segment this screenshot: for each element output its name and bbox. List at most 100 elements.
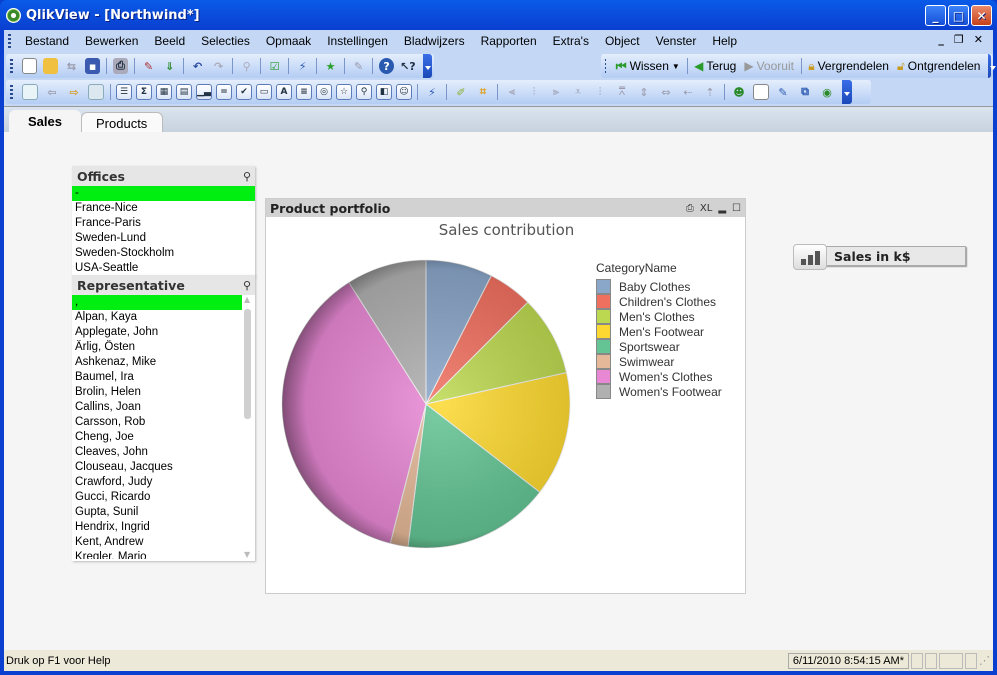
new-document-icon[interactable] bbox=[21, 58, 37, 74]
scroll-down-arrow-icon[interactable]: ▼ bbox=[244, 550, 250, 559]
forward-button[interactable]: ▶ Vooruit bbox=[744, 59, 794, 73]
maximize-window-button[interactable]: □ bbox=[948, 5, 969, 26]
representative-listbox-item[interactable]: Clouseau, Jacques bbox=[72, 460, 242, 475]
sales-in-k-button[interactable]: Sales in k$ bbox=[793, 244, 968, 270]
offices-listbox-header[interactable]: Offices ⚲ bbox=[72, 166, 255, 186]
representative-scrollbar[interactable]: ▲ ▼ bbox=[243, 295, 253, 559]
align-left-icon[interactable]: ⫷ bbox=[504, 84, 520, 100]
representative-listbox-item[interactable]: Cheng, Joe bbox=[72, 430, 242, 445]
current-selections-icon[interactable]: ✔ bbox=[236, 84, 252, 100]
offices-listbox-item[interactable]: Sweden-Stockholm bbox=[72, 246, 255, 261]
toolbar-overflow-button[interactable] bbox=[988, 54, 996, 78]
toolbar-grip[interactable] bbox=[605, 59, 606, 73]
offices-listbox-item[interactable]: Sweden-Lund bbox=[72, 231, 255, 246]
close-window-button[interactable]: ✕ bbox=[971, 5, 992, 26]
toolbar-overflow-button[interactable] bbox=[842, 80, 852, 104]
chart-caption-bar[interactable]: Product portfolio ⎙ XL ▂ ☐ bbox=[266, 199, 745, 217]
legend-item[interactable]: Baby Clothes bbox=[596, 279, 722, 294]
minimize-icon[interactable]: ▂ bbox=[718, 203, 726, 214]
properties-icon[interactable] bbox=[753, 84, 769, 100]
search-object-icon[interactable]: ⚲ bbox=[356, 84, 372, 100]
minimize-window-button[interactable]: _ bbox=[925, 5, 946, 26]
edit-script-icon[interactable]: ✎ bbox=[141, 58, 156, 74]
undo-icon[interactable]: ↶ bbox=[190, 58, 205, 74]
menu-beeld[interactable]: Beeld bbox=[146, 34, 193, 48]
open-folder-icon[interactable] bbox=[42, 58, 59, 74]
input-box-icon[interactable]: = bbox=[216, 84, 232, 100]
toolbar-overflow-button[interactable] bbox=[422, 54, 433, 78]
menu-venster[interactable]: Venster bbox=[648, 34, 705, 48]
adjust-top-icon[interactable]: ⇡ bbox=[702, 84, 718, 100]
print-icon[interactable]: ⎙ bbox=[686, 203, 694, 214]
pie-chart[interactable] bbox=[271, 245, 571, 575]
representative-listbox-item[interactable]: Kent, Andrew bbox=[72, 535, 242, 550]
demote-sheet-icon[interactable]: ⇨ bbox=[66, 84, 82, 100]
chart-wizard-icon[interactable]: ⚡ bbox=[295, 58, 310, 74]
menu-instellingen[interactable]: Instellingen bbox=[319, 34, 396, 48]
representative-listbox-item[interactable]: Callins, Joan bbox=[72, 400, 242, 415]
adjust-left-icon[interactable]: ⇠ bbox=[680, 84, 696, 100]
legend-item[interactable]: Swimwear bbox=[596, 354, 722, 369]
save-icon[interactable]: ▪ bbox=[85, 58, 101, 74]
legend-item[interactable]: Men's Clothes bbox=[596, 309, 722, 324]
promote-sheet-icon[interactable]: ⇦ bbox=[44, 84, 60, 100]
menu-extras[interactable]: Extra's bbox=[545, 34, 597, 48]
text-object-icon[interactable]: A bbox=[276, 84, 292, 100]
hierarchy-icon[interactable]: ⧉ bbox=[797, 84, 813, 100]
statistics-box-icon[interactable]: Σ bbox=[136, 84, 152, 100]
user-icon[interactable]: ☻ bbox=[731, 84, 747, 100]
reload-data-icon[interactable]: ⇓ bbox=[162, 58, 177, 74]
menu-object[interactable]: Object bbox=[597, 34, 648, 48]
snap-icon[interactable]: ⌗ bbox=[475, 84, 491, 100]
toolbar-grip[interactable] bbox=[8, 34, 11, 48]
legend-item[interactable]: Women's Clothes bbox=[596, 369, 722, 384]
legend-item[interactable]: Women's Footwear bbox=[596, 384, 722, 399]
menu-opmaak[interactable]: Opmaak bbox=[258, 34, 319, 48]
lock-button[interactable]: 🔒︎ Vergrendelen bbox=[808, 59, 889, 74]
reload-icon[interactable]: ⇆ bbox=[64, 58, 79, 74]
representative-listbox-item[interactable]: Cleaves, John bbox=[72, 445, 242, 460]
scrollbar-thumb[interactable] bbox=[244, 309, 251, 419]
representative-listbox-item[interactable]: Kregler, Mario bbox=[72, 550, 242, 559]
edit-properties-icon[interactable]: ✎ bbox=[775, 84, 791, 100]
multibox-icon[interactable]: ▤ bbox=[176, 84, 192, 100]
tab-sales[interactable]: Sales bbox=[9, 110, 81, 133]
custom-object-icon[interactable]: ☺ bbox=[396, 84, 412, 100]
offices-listbox-item[interactable]: - bbox=[72, 186, 255, 201]
help-icon[interactable]: ? bbox=[379, 58, 395, 74]
search-icon[interactable]: ⚲ bbox=[243, 279, 251, 292]
representative-listbox-item[interactable]: Carsson, Rob bbox=[72, 415, 242, 430]
align-right-icon[interactable]: ⫸ bbox=[548, 84, 564, 100]
menu-selecties[interactable]: Selecties bbox=[193, 34, 258, 48]
scroll-up-arrow-icon[interactable]: ▲ bbox=[244, 295, 250, 304]
align-top-icon[interactable]: ⩞ bbox=[614, 84, 630, 100]
resize-grip-icon[interactable]: ⋰ bbox=[979, 654, 993, 667]
web-document-icon[interactable]: ◉ bbox=[819, 84, 835, 100]
representative-listbox-item[interactable]: Alpan, Kaya bbox=[72, 310, 242, 325]
listbox-icon[interactable]: ☰ bbox=[116, 84, 132, 100]
toolbar-grip[interactable] bbox=[10, 85, 13, 99]
bookmark-object-icon[interactable]: ☆ bbox=[336, 84, 352, 100]
representative-listbox-item[interactable]: Baumel, Ira bbox=[72, 370, 242, 385]
new-sheet-icon[interactable] bbox=[22, 84, 38, 100]
representative-listbox-item[interactable]: , bbox=[72, 295, 242, 310]
legend-item[interactable]: Men's Footwear bbox=[596, 324, 722, 339]
center-vertical-icon[interactable]: ⫶ bbox=[526, 84, 542, 100]
edit-icon[interactable]: ✎ bbox=[351, 58, 366, 74]
mdi-close-button[interactable]: ✕ bbox=[974, 33, 983, 46]
send-to-excel-icon[interactable]: XL bbox=[700, 203, 712, 214]
representative-listbox-header[interactable]: Representative ⚲ bbox=[72, 275, 255, 295]
representative-listbox-item[interactable]: Gupta, Sunil bbox=[72, 505, 242, 520]
clear-button[interactable]: ⏮ Wissen ▼ bbox=[616, 59, 680, 74]
format-painter-icon[interactable]: ✐ bbox=[453, 84, 469, 100]
chart-icon[interactable]: ▁▃ bbox=[196, 84, 212, 100]
redo-icon[interactable]: ↷ bbox=[211, 58, 226, 74]
representative-listbox-item[interactable]: Hendrix, Ingrid bbox=[72, 520, 242, 535]
representative-listbox-item[interactable]: Gucci, Ricardo bbox=[72, 490, 242, 505]
slider-icon[interactable]: ◎ bbox=[316, 84, 332, 100]
chevron-down-icon[interactable]: ▼ bbox=[672, 62, 680, 71]
representative-listbox-item[interactable]: Brolin, Helen bbox=[72, 385, 242, 400]
button-icon[interactable]: ▭ bbox=[256, 84, 272, 100]
table-box-icon[interactable]: ▦ bbox=[156, 84, 172, 100]
representative-listbox-item[interactable]: Ashkenaz, Mike bbox=[72, 355, 242, 370]
